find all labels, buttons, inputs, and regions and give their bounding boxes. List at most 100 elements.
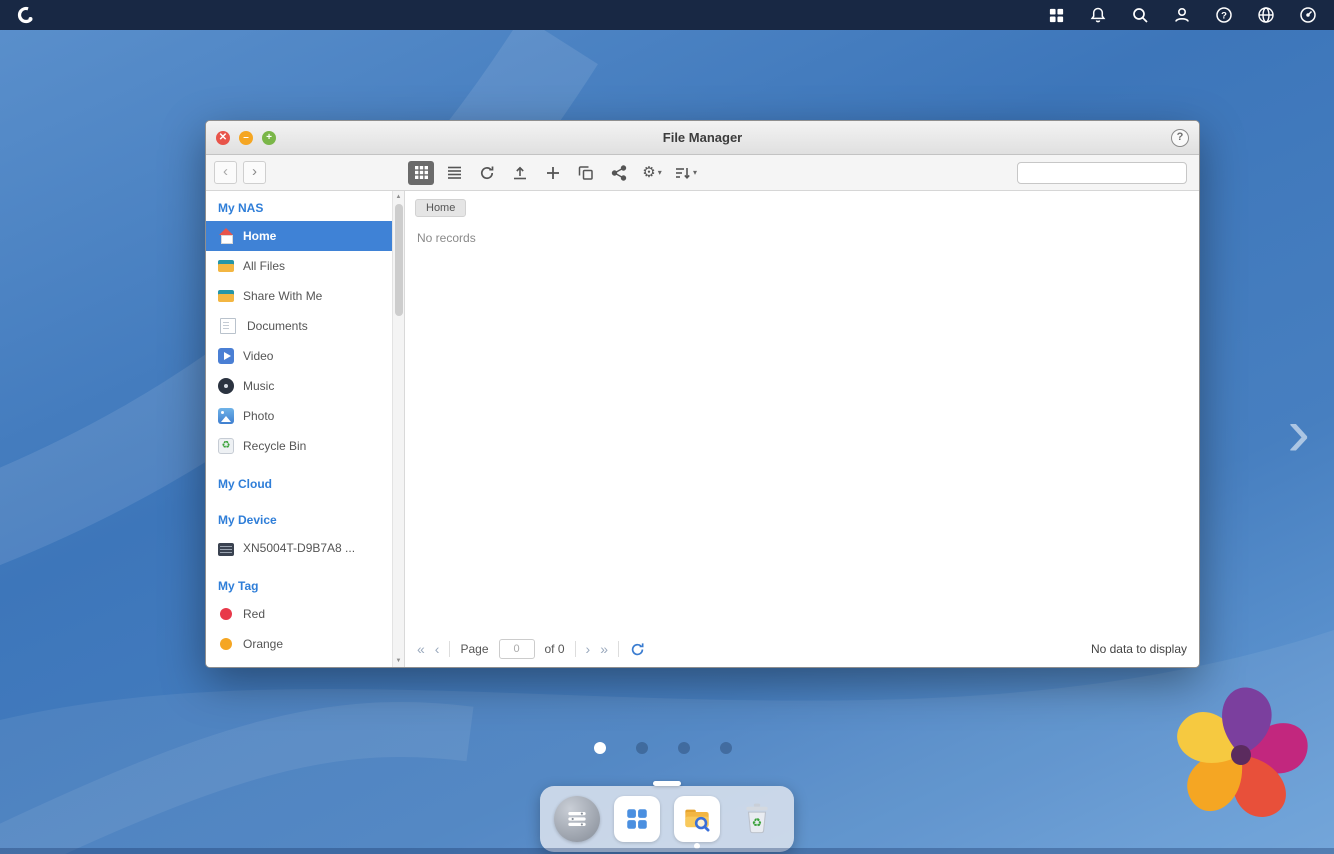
photo-icon bbox=[218, 408, 234, 424]
sidebar-item-home[interactable]: Home bbox=[206, 221, 392, 251]
sidebar-item-label: Recycle Bin bbox=[243, 439, 306, 453]
sidebar-item-label: Home bbox=[243, 229, 276, 243]
folder-icon bbox=[218, 258, 234, 274]
sidebar-item-music[interactable]: Music bbox=[206, 371, 392, 401]
window-help-button[interactable]: ? bbox=[1171, 129, 1189, 147]
window-content: My NAS Home All Files Share With Me Docu… bbox=[206, 191, 1199, 667]
orange-tag-icon bbox=[220, 638, 232, 650]
maximize-button[interactable]: + bbox=[262, 131, 276, 145]
sidebar-item-label: Orange bbox=[243, 637, 283, 651]
close-button[interactable]: ✕ bbox=[216, 131, 230, 145]
toolbar: ‹ › bbox=[206, 155, 1199, 191]
recycle-bin-icon bbox=[218, 438, 234, 454]
section-title-my-device: My Device bbox=[206, 505, 392, 533]
file-manager-dock-icon[interactable] bbox=[674, 796, 720, 842]
language-globe-icon[interactable] bbox=[1256, 5, 1276, 25]
notifications-bell-icon[interactable] bbox=[1088, 5, 1108, 25]
shared-folder-icon bbox=[218, 288, 234, 304]
empty-state-text: No records bbox=[417, 231, 476, 245]
scrollbar-thumb[interactable] bbox=[395, 204, 403, 316]
page-dot-2[interactable] bbox=[636, 742, 648, 754]
section-title-my-tag: My Tag bbox=[206, 571, 392, 599]
minimize-button[interactable]: – bbox=[239, 131, 253, 145]
copy-move-button[interactable] bbox=[573, 161, 599, 185]
refresh-button[interactable] bbox=[474, 161, 500, 185]
video-icon bbox=[218, 348, 234, 364]
sort-button[interactable]: ▾ bbox=[672, 161, 700, 185]
sidebar-item-label: Video bbox=[243, 349, 273, 363]
control-panel-dock-icon[interactable] bbox=[554, 796, 600, 842]
settings-gear-button[interactable]: ⚙ ▾ bbox=[639, 161, 665, 185]
divider bbox=[618, 641, 619, 657]
sidebar-item-nas-device[interactable]: XN5004T-D9B7A8 ... bbox=[206, 533, 392, 563]
page-dot-1[interactable] bbox=[594, 742, 606, 754]
dock-handle[interactable] bbox=[653, 781, 681, 786]
next-page-button[interactable]: › bbox=[586, 642, 591, 656]
back-button[interactable]: ‹ bbox=[214, 161, 237, 184]
share-button[interactable] bbox=[606, 161, 632, 185]
user-icon[interactable] bbox=[1172, 5, 1192, 25]
section-title-my-nas: My NAS bbox=[206, 193, 392, 221]
page-dot-3[interactable] bbox=[678, 742, 690, 754]
dashboard-gauge-icon[interactable] bbox=[1298, 5, 1318, 25]
divider bbox=[575, 641, 576, 657]
window-controls: ✕ – + bbox=[216, 131, 276, 145]
app-center-dock-icon[interactable] bbox=[614, 796, 660, 842]
red-tag-icon bbox=[220, 608, 232, 620]
sidebar-item-documents[interactable]: Documents bbox=[206, 311, 392, 341]
sidebar-item-label: Red bbox=[243, 607, 265, 621]
sidebar-item-recycle-bin[interactable]: Recycle Bin bbox=[206, 431, 392, 461]
svg-text:?: ? bbox=[1221, 11, 1227, 22]
sidebar-item-label: Documents bbox=[247, 319, 308, 333]
file-manager-window: ✕ – + File Manager ? ‹ › bbox=[205, 120, 1200, 668]
prev-page-button[interactable]: ‹ bbox=[435, 642, 440, 656]
scroll-up-icon[interactable]: ▲ bbox=[393, 191, 404, 203]
next-desktop-chevron[interactable]: › bbox=[1287, 398, 1310, 466]
sidebar-item-label: Photo bbox=[243, 409, 274, 423]
sidebar-item-label: Share With Me bbox=[243, 289, 322, 303]
toolbar-search bbox=[1017, 162, 1187, 184]
page-dot-4[interactable] bbox=[720, 742, 732, 754]
search-icon[interactable] bbox=[1130, 5, 1150, 25]
scroll-down-icon[interactable]: ▼ bbox=[393, 655, 404, 667]
qsan-logo-icon[interactable] bbox=[16, 5, 36, 25]
refresh-list-button[interactable] bbox=[629, 640, 647, 658]
document-icon bbox=[220, 318, 236, 334]
nas-device-icon bbox=[218, 543, 234, 556]
sidebar-item-tag-red[interactable]: Red bbox=[206, 599, 392, 629]
sidebar-item-share-with-me[interactable]: Share With Me bbox=[206, 281, 392, 311]
desktop-page-dots bbox=[594, 742, 732, 754]
grid-view-button[interactable] bbox=[408, 161, 434, 185]
sidebar-item-video[interactable]: Video bbox=[206, 341, 392, 371]
sidebar-item-photo[interactable]: Photo bbox=[206, 401, 392, 431]
gear-icon: ⚙ bbox=[642, 165, 655, 180]
page-number-input[interactable] bbox=[499, 639, 535, 659]
sidebar-item-tag-orange[interactable]: Orange bbox=[206, 629, 392, 659]
sidebar-scrollbar[interactable]: ▲ ▼ bbox=[392, 191, 405, 667]
dock: ♻ bbox=[540, 786, 794, 852]
list-view-button[interactable] bbox=[441, 161, 467, 185]
chevron-down-icon: ▾ bbox=[658, 168, 662, 177]
page-label: Page bbox=[460, 642, 488, 656]
last-page-button[interactable]: » bbox=[600, 642, 608, 656]
pagination-status: No data to display bbox=[1091, 642, 1187, 656]
divider bbox=[449, 641, 450, 657]
search-input[interactable] bbox=[1029, 166, 1184, 180]
recycle-bin-dock-icon[interactable]: ♻ bbox=[734, 796, 780, 842]
sidebar: My NAS Home All Files Share With Me Docu… bbox=[206, 191, 392, 667]
sidebar-item-tag-yellow[interactable]: Yellow bbox=[206, 659, 392, 667]
forward-button[interactable]: › bbox=[243, 161, 266, 184]
breadcrumb[interactable]: Home bbox=[415, 199, 466, 217]
topbar: ? bbox=[0, 0, 1334, 30]
app-grid-icon[interactable] bbox=[1046, 5, 1066, 25]
add-button[interactable] bbox=[540, 161, 566, 185]
desktop: ? ✕ – + File Manager ? ‹ › bbox=[0, 0, 1334, 854]
window-titlebar: ✕ – + File Manager ? bbox=[206, 121, 1199, 155]
svg-text:♻: ♻ bbox=[752, 816, 762, 829]
sidebar-item-all-files[interactable]: All Files bbox=[206, 251, 392, 281]
help-icon[interactable]: ? bbox=[1214, 5, 1234, 25]
upload-button[interactable] bbox=[507, 161, 533, 185]
bottom-edge-strip bbox=[0, 848, 1334, 854]
first-page-button[interactable]: « bbox=[417, 642, 425, 656]
window-title: File Manager bbox=[206, 130, 1199, 145]
